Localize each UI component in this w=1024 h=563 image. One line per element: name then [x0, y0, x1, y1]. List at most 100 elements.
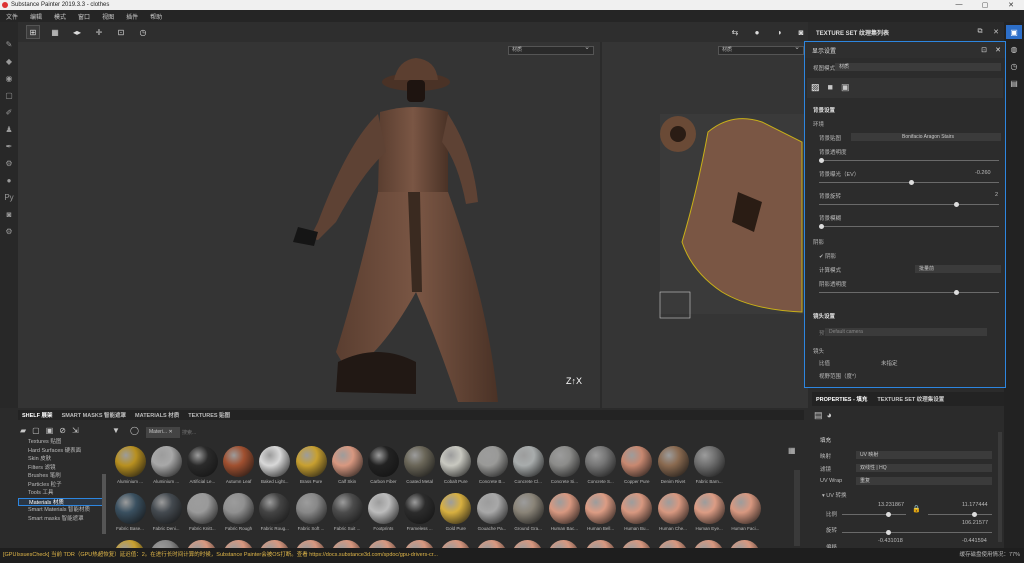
- material-thumbnail[interactable]: Fabric Roug...: [257, 493, 293, 538]
- material-thumbnail[interactable]: Gouache Pa...: [474, 493, 510, 538]
- menu-help[interactable]: 帮助: [150, 12, 162, 21]
- calc-mode-select[interactable]: 批量前: [915, 265, 1001, 273]
- screenshot-icon[interactable]: ◙: [794, 25, 808, 39]
- category-item[interactable]: Smart Materials 智能材质: [18, 506, 106, 515]
- filter-select[interactable]: 双线性 | HQ: [856, 464, 992, 472]
- restore-panel-icon[interactable]: ⧉: [972, 28, 988, 36]
- uv-wrap-select[interactable]: 重复: [856, 477, 992, 485]
- material-thumbnail[interactable]: Aluminium ...: [148, 446, 184, 491]
- log-icon[interactable]: ▤: [1006, 76, 1022, 90]
- material-preview-ball[interactable]: [222, 540, 254, 548]
- float-panel-icon[interactable]: ⊡: [977, 46, 991, 54]
- material-thumbnail[interactable]: Autumn Leaf: [221, 446, 257, 491]
- iray-icon[interactable]: ◙: [0, 206, 18, 223]
- material-thumbnail[interactable]: Human Bac...: [546, 493, 582, 538]
- material-thumbnail[interactable]: Fabric Soft ...: [293, 493, 329, 538]
- bg-blur-slider[interactable]: [819, 224, 999, 229]
- rotate-value[interactable]: 106.21577: [962, 520, 988, 526]
- close-window-button[interactable]: ✕: [998, 1, 1024, 9]
- geometry-mask-icon[interactable]: ▢: [0, 87, 18, 104]
- scale-y-slider[interactable]: [928, 512, 992, 517]
- bg-exposure-slider[interactable]: [819, 180, 999, 185]
- category-item[interactable]: Tools 工具: [18, 489, 106, 498]
- material-thumbnail[interactable]: Fabric Base...: [112, 493, 148, 538]
- clone-stamp-icon[interactable]: ♟: [0, 121, 18, 138]
- python-icon[interactable]: Py: [0, 189, 18, 206]
- category-item[interactable]: Textures 贴图: [18, 438, 106, 447]
- material-thumbnail[interactable]: Brass Pure: [293, 446, 329, 491]
- material-thumbnail[interactable]: Copper Pure: [619, 446, 655, 491]
- smudge-icon[interactable]: ✐: [0, 104, 18, 121]
- category-item[interactable]: Skin 皮肤: [18, 455, 106, 464]
- export-icon[interactable]: ⊡: [114, 25, 128, 39]
- environment-tab-icon[interactable]: ▨: [811, 82, 820, 94]
- offset-x-value[interactable]: -0.431018: [878, 538, 903, 544]
- plugin-settings-icon[interactable]: ⚙: [0, 223, 18, 240]
- material-thumbnail[interactable]: Concrete Cl...: [510, 446, 546, 491]
- settings-icon[interactable]: ⚙: [0, 155, 18, 172]
- lighting-icon[interactable]: ◑: [772, 25, 786, 39]
- material-thumbnail[interactable]: Human Bu...: [619, 493, 655, 538]
- material-thumbnail[interactable]: Footprints: [365, 493, 401, 538]
- viewer-tab-icon[interactable]: ▣: [841, 82, 850, 94]
- scale-x-value[interactable]: 13.231867: [878, 502, 904, 508]
- material-preview-ball[interactable]: [367, 540, 399, 548]
- category-item[interactable]: Smart masks 智能遮罩: [18, 515, 106, 524]
- history-panel-icon[interactable]: ◷: [1006, 59, 1022, 73]
- offset-y-value[interactable]: -0.441594: [962, 538, 987, 544]
- close-display-icon[interactable]: ✕: [991, 46, 1005, 54]
- material-thumbnail[interactable]: Fabric Suit ...: [329, 493, 365, 538]
- material-preview-ball[interactable]: [693, 540, 725, 548]
- material-preview-ball[interactable]: [331, 540, 363, 548]
- uv-transform-section[interactable]: ▾ UV 转换: [822, 491, 846, 499]
- material-preview-ball[interactable]: [584, 540, 616, 548]
- menu-edit[interactable]: 编辑: [30, 12, 42, 21]
- history-icon[interactable]: ◷: [136, 25, 150, 39]
- material-preview-ball[interactable]: [403, 540, 435, 548]
- viewport-2d[interactable]: 材质: [602, 42, 808, 408]
- layer-icon[interactable]: ▤: [814, 410, 823, 421]
- grid-view-icon[interactable]: ▦: [788, 446, 796, 455]
- minimize-button[interactable]: —: [946, 1, 972, 9]
- material-thumbnail[interactable]: Human Bell...: [583, 493, 619, 538]
- bg-opacity-slider[interactable]: [819, 158, 999, 163]
- filter-chip[interactable]: Materi... ✕: [146, 427, 180, 438]
- tab-textures[interactable]: TEXTURES 贴图: [188, 411, 230, 419]
- material-thumbnail[interactable]: Ground Gra...: [510, 493, 546, 538]
- material-preview-ball[interactable]: [620, 540, 652, 548]
- material-preview-ball[interactable]: [512, 540, 544, 548]
- material-preview-ball[interactable]: [295, 540, 326, 548]
- tab-texture-set-settings[interactable]: TEXTURE SET 纹理集设置: [877, 395, 944, 403]
- color-picker-icon[interactable]: ✒: [0, 138, 18, 155]
- bg-rotation-slider[interactable]: [819, 202, 999, 207]
- layout-single-icon[interactable]: ⊞: [26, 25, 40, 39]
- material-thumbnail[interactable]: Human Che...: [655, 493, 691, 538]
- menu-plugins[interactable]: 插件: [126, 12, 138, 21]
- camera-tab-icon[interactable]: ■: [828, 82, 833, 94]
- view-mode-select[interactable]: 材质: [835, 63, 1001, 71]
- material-thumbnail[interactable]: Human Faci...: [727, 493, 763, 538]
- category-item[interactable]: Filters 滤镜: [18, 464, 106, 473]
- material-thumbnail[interactable]: Carbon Fiber: [365, 446, 401, 491]
- rotate-slider[interactable]: [842, 530, 992, 535]
- camera-move-icon[interactable]: ⇆: [728, 25, 742, 39]
- clear-filter-icon[interactable]: ◯: [130, 426, 139, 435]
- properties-scrollbar[interactable]: [998, 432, 1002, 542]
- material-thumbnail[interactable]: Human Eye...: [691, 493, 727, 538]
- category-item[interactable]: Brushes 笔刷: [18, 472, 106, 481]
- import-icon[interactable]: ⇲: [72, 426, 79, 435]
- env-map-select[interactable]: Bonifacio Aragon Stairs: [851, 133, 1001, 141]
- material-preview-ball[interactable]: [548, 540, 580, 548]
- tab-properties[interactable]: PROPERTIES - 填充: [816, 395, 867, 403]
- tab-shelf[interactable]: SHELF 展架: [22, 411, 53, 419]
- render-mode-icon[interactable]: ●: [750, 25, 764, 39]
- filter-icon[interactable]: ▼: [112, 426, 120, 435]
- maximize-button[interactable]: ▢: [972, 1, 998, 9]
- material-preview-ball[interactable]: [114, 540, 145, 548]
- material-thumbnail[interactable]: Fabric Deni...: [148, 493, 184, 538]
- material-thumbnail[interactable]: Fabric Barn...: [691, 446, 727, 491]
- shadow-opacity-slider[interactable]: [819, 290, 999, 295]
- category-scrollbar[interactable]: [102, 474, 106, 534]
- material-preview-ball[interactable]: [439, 540, 471, 548]
- material-thumbnail[interactable]: Fabric Knitt...: [184, 493, 220, 538]
